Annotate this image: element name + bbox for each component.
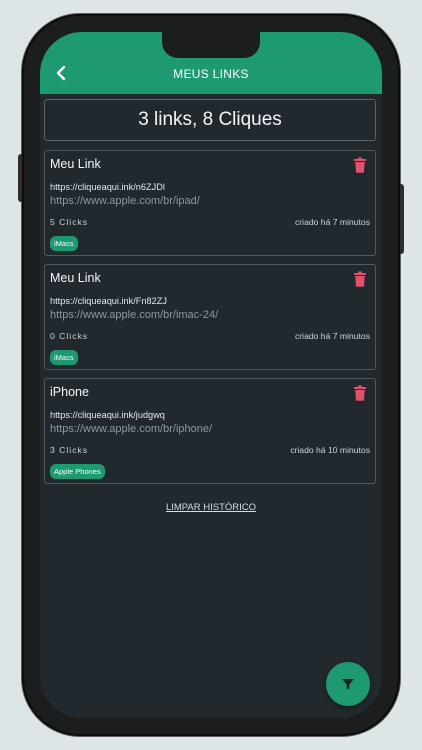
click-count: 0 Clicks [50, 331, 89, 341]
long-url: https://www.apple.com/br/ipad/ [50, 195, 200, 207]
link-name: iPhone [50, 385, 89, 399]
page-title: MEUS LINKS [173, 67, 249, 81]
link-meta: 3 Clicks criado há 10 minutos [50, 445, 370, 455]
tag-badge[interactable]: iMacs [50, 350, 78, 365]
filter-button[interactable] [326, 662, 370, 706]
app-screen: MEUS LINKS 3 links, 8 Cliques Meu Link h… [40, 32, 382, 718]
link-meta: 0 Clicks criado há 7 minutos [50, 331, 370, 341]
long-url: https://www.apple.com/br/iphone/ [50, 423, 213, 435]
created-time: criado há 7 minutos [295, 217, 370, 227]
trash-icon [354, 157, 366, 173]
created-time: criado há 7 minutos [295, 331, 370, 341]
link-meta: 5 Clicks criado há 7 minutos [50, 217, 370, 227]
link-card[interactable]: iPhone https://cliqueaqui.ink/judgwq htt… [44, 378, 376, 484]
clear-history-link[interactable]: LIMPAR HISTÓRICO [40, 502, 382, 513]
click-count: 3 Clicks [50, 445, 89, 455]
tag-badge[interactable]: iMacs [50, 236, 78, 251]
link-name: Meu Link [50, 157, 101, 171]
phone-notch [162, 32, 260, 58]
short-url[interactable]: https://cliqueaqui.ink/n6ZJDl [50, 182, 370, 192]
links-list: Meu Link https://cliqueaqui.ink/n6ZJDl h… [44, 150, 376, 492]
links-summary: 3 links, 8 Cliques [44, 99, 376, 141]
trash-icon [354, 385, 366, 401]
link-name: Meu Link [50, 271, 101, 285]
tag-badge[interactable]: Apple Phones [50, 464, 105, 479]
trash-icon [354, 271, 366, 287]
delete-link-button[interactable] [353, 385, 367, 401]
short-url[interactable]: https://cliqueaqui.ink/Fn82ZJ [50, 296, 370, 306]
short-url[interactable]: https://cliqueaqui.ink/judgwq [50, 410, 370, 420]
delete-link-button[interactable] [353, 271, 367, 287]
long-url: https://www.apple.com/br/imac-24/ [50, 309, 219, 321]
created-time: criado há 10 minutos [290, 445, 370, 455]
delete-link-button[interactable] [353, 157, 367, 173]
click-count: 5 Clicks [50, 217, 89, 227]
filter-icon [342, 679, 354, 690]
link-card[interactable]: Meu Link https://cliqueaqui.ink/n6ZJDl h… [44, 150, 376, 256]
link-card[interactable]: Meu Link https://cliqueaqui.ink/Fn82ZJ h… [44, 264, 376, 370]
phone-frame: MEUS LINKS 3 links, 8 Cliques Meu Link h… [18, 14, 404, 736]
